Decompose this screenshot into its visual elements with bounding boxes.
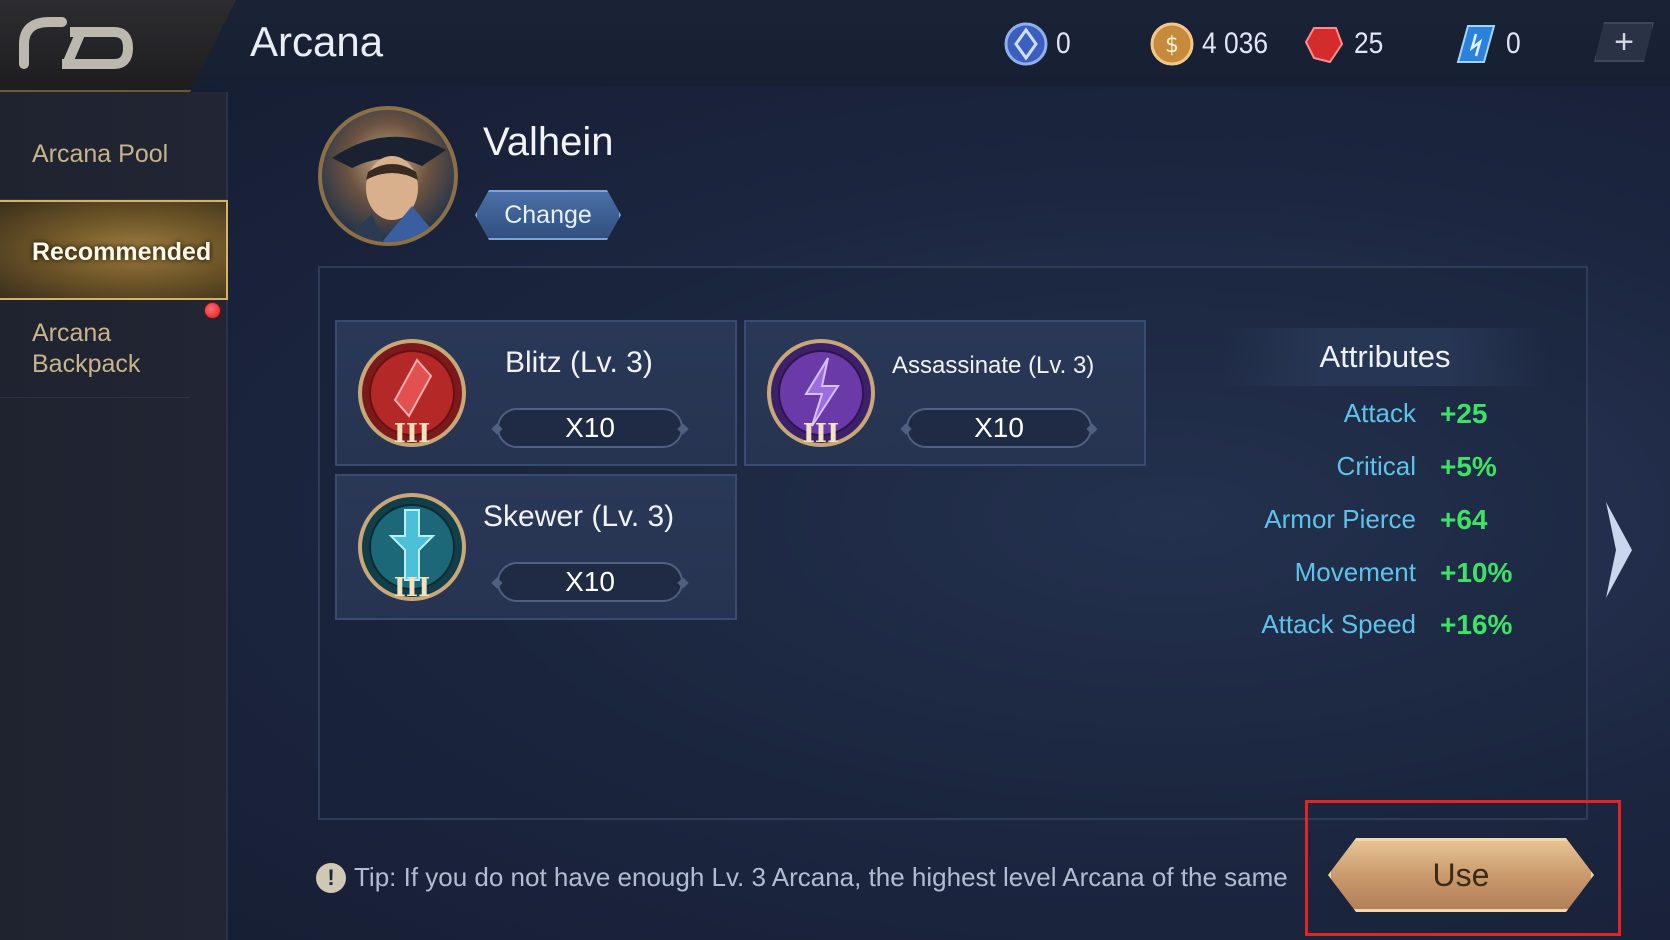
arcana-name: Skewer (Lv. 3) [483,500,675,533]
ruby-currency[interactable]: 25 [1302,22,1387,66]
diamond-currency[interactable]: 0 [1454,22,1523,66]
back-arrow-icon [19,17,134,69]
add-currency-button[interactable]: + [1594,22,1654,62]
sidebar-item-recommended[interactable]: Recommended [0,200,228,300]
attribute-row-attack-speed: Attack Speed +16% [1160,609,1560,649]
svg-text:III: III [803,419,840,448]
hero-avatar[interactable] [318,106,458,246]
arcana-count: X10 [906,408,1092,448]
gold-value: 4 036 [1202,27,1269,60]
voucher-value: 0 [1056,27,1071,60]
arcana-card-blitz[interactable]: III Blitz (Lv. 3) X10 [335,320,737,466]
ruby-value: 25 [1354,27,1384,60]
diamond-icon [1456,25,1496,63]
arcana-count: X10 [497,408,683,448]
hero-portrait-icon [332,136,446,242]
tip-text: Tip: If you do not have enough Lv. 3 Arc… [354,862,1288,892]
attribute-label: Attack [1343,398,1416,428]
arcana-card-assassinate[interactable]: III Assassinate (Lv. 3) X10 [744,320,1146,466]
attribute-label: Armor Pierce [1264,504,1416,534]
attribute-value: +10% [1440,557,1513,588]
attribute-label: Movement [1294,557,1416,587]
attribute-label: Attack Speed [1261,609,1416,639]
assassinate-emblem-icon: III [767,339,875,448]
attribute-label: Critical [1336,451,1416,481]
ruby-icon [1304,27,1344,64]
voucher-currency[interactable]: 0 [1004,22,1073,66]
attributes-title: Attributes [1220,328,1550,386]
voucher-icon [1004,22,1048,66]
gold-coin-icon: $ [1150,22,1194,66]
page-title: Arcana [250,18,384,65]
attribute-row-movement: Movement +10% [1160,557,1560,597]
diamond-value: 0 [1506,27,1521,60]
sidebar: Arcana Pool Recommended Arcana Backpack [0,92,228,940]
attribute-value: +25 [1440,398,1488,429]
arcana-name: Blitz (Lv. 3) [505,346,653,379]
attribute-row-critical: Critical +5% [1160,451,1560,491]
use-button[interactable]: Use [1328,838,1594,912]
notification-dot [204,302,221,319]
arcana-name: Assassinate (Lv. 3) [892,352,1095,379]
svg-text:III: III [394,573,431,602]
svg-text:$: $ [1165,33,1179,58]
sidebar-item-arcana-backpack[interactable]: Arcana Backpack [0,300,190,398]
attribute-row-attack: Attack +25 [1160,398,1560,438]
blitz-emblem-icon: III [358,339,466,448]
attribute-value: +5% [1440,451,1497,482]
arcana-card-skewer[interactable]: III Skewer (Lv. 3) X10 [335,474,737,620]
skewer-emblem-icon: III [358,493,466,602]
info-icon: ! [316,863,346,893]
sidebar-item-arcana-pool[interactable]: Arcana Pool [0,92,228,200]
attribute-value: +64 [1440,504,1488,535]
attribute-value: +16% [1440,609,1513,640]
change-hero-button[interactable]: Change [475,190,621,240]
next-arrow-icon[interactable] [1604,500,1634,600]
attribute-row-armor-pierce: Armor Pierce +64 [1160,504,1560,544]
gold-currency[interactable]: $ 4 036 [1150,22,1277,66]
svg-text:III: III [394,419,431,448]
hero-name: Valhein [483,120,614,164]
arcana-count: X10 [497,562,683,602]
